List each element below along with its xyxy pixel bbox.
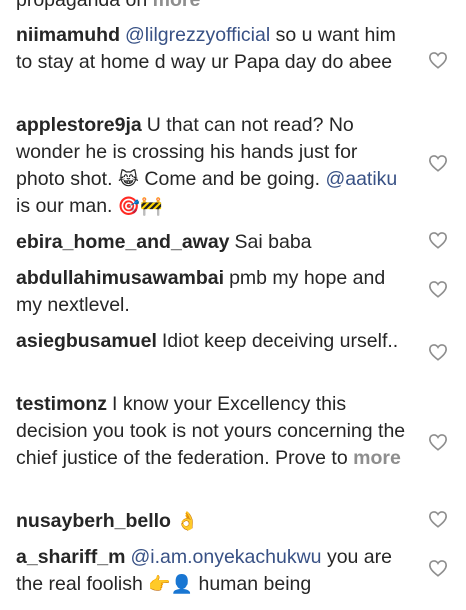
comment-emoji: 👉👤 (148, 574, 194, 595)
comment-username[interactable]: niimamuhd (16, 24, 120, 46)
comment-username[interactable]: nusayberh_bello (16, 510, 171, 532)
like-heart-icon[interactable] (428, 559, 448, 577)
comment-mention[interactable]: @i.am.onyekachukwu (130, 546, 321, 568)
comment-item: ebira_home_and_away Sai baba (16, 229, 408, 256)
comment-username[interactable]: ebira_home_and_away (16, 231, 230, 253)
comment-emoji: 👌 (175, 511, 199, 532)
comment-item: niimamuhd @lilgrezzyofficial so u want hi… (16, 22, 408, 76)
like-heart-icon[interactable] (428, 280, 448, 298)
like-heart-icon[interactable] (428, 343, 448, 361)
more-link[interactable]: more (353, 447, 401, 469)
comment-text: Come and be going. (138, 168, 326, 190)
comment-username[interactable]: a_shariff_m (16, 546, 125, 568)
comment-username[interactable]: abdullahimusawambai (16, 267, 224, 289)
comment-mention[interactable]: @lilgrezzyofficial (125, 24, 270, 46)
comment-emoji: 😹 (117, 169, 139, 190)
more-link[interactable]: more (153, 0, 201, 11)
comment-item: abdullahimusawambai pmb my hope and my ne… (16, 265, 408, 319)
comment-text: is our man. (16, 195, 118, 217)
comment-item: nusayberh_bello 👌 (16, 508, 408, 535)
like-heart-icon[interactable] (428, 510, 448, 528)
comment-text: Sai baba (234, 231, 312, 253)
comment-item: applestore9ja U that can not read? No won… (16, 112, 408, 220)
comment-username[interactable]: applestore9ja (16, 114, 142, 136)
comment-text: Idiot keep deceiving urself.. (161, 330, 399, 352)
comment-mention[interactable]: @aatiku (325, 168, 397, 190)
like-heart-icon[interactable] (428, 51, 448, 69)
comment-text: human being (193, 573, 312, 595)
comment-emoji: 🎯🚧 (117, 196, 163, 217)
comment-item: a_shariff_m @i.am.onyekachukwu you are th… (16, 544, 408, 598)
comment-username[interactable]: testimonz (16, 393, 107, 415)
comment-fragment: propaganda on more (16, 0, 408, 14)
comment-text: propaganda on (16, 0, 148, 11)
comment-item: testimonz I know your Excellency this dec… (16, 391, 408, 472)
like-heart-icon[interactable] (428, 231, 448, 249)
comment-item: asiegbusamuel Idiot keep deceiving urself… (16, 328, 408, 355)
like-heart-icon[interactable] (428, 154, 448, 172)
comment-username[interactable]: asiegbusamuel (16, 330, 157, 352)
like-heart-icon[interactable] (428, 433, 448, 451)
